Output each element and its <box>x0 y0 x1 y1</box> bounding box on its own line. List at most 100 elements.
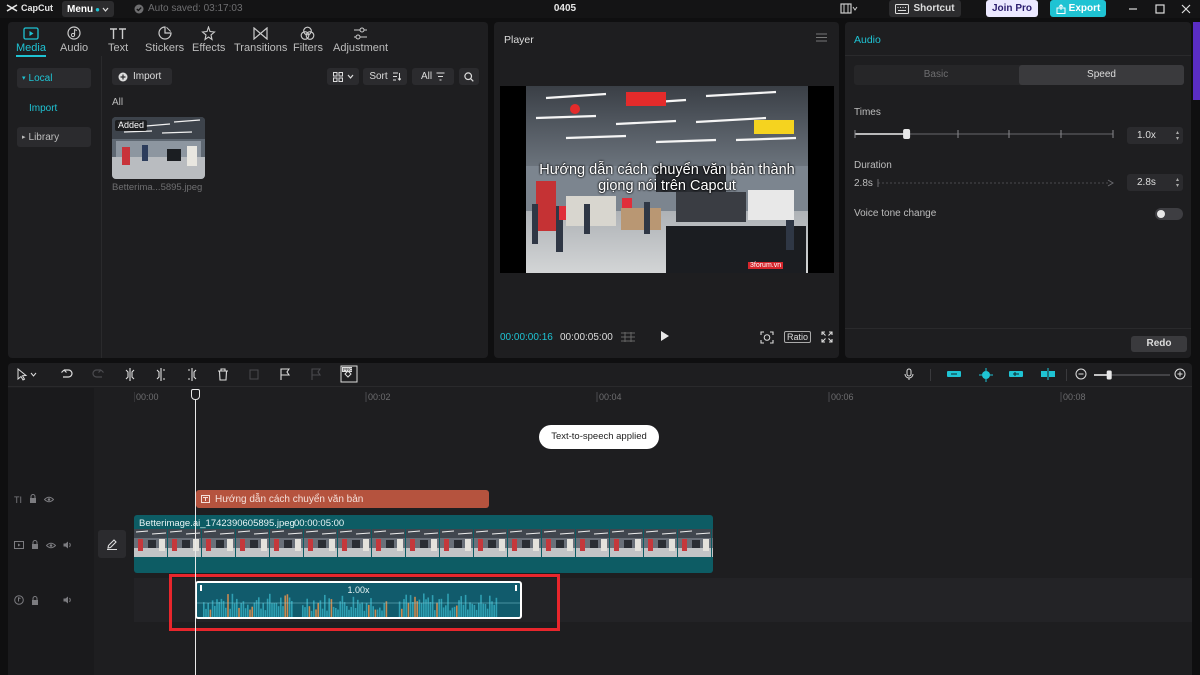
volume-icon[interactable] <box>63 596 73 606</box>
fullscreen-icon[interactable] <box>821 331 833 346</box>
join-pro-button[interactable]: Join Pro <box>986 0 1038 17</box>
ratio-button[interactable]: Ratio <box>784 331 812 343</box>
ruler-ticks <box>133 392 1062 402</box>
duration-start: 2.8s <box>854 178 873 189</box>
microphone-icon[interactable] <box>904 368 914 384</box>
media-panel: Media Audio Text Stickers Effects Transi… <box>8 22 488 358</box>
hamburger-icon[interactable] <box>816 33 827 45</box>
time-ruler[interactable] <box>133 388 1192 402</box>
tab-stickers-label: Stickers <box>145 42 185 54</box>
close-icon[interactable] <box>1179 2 1193 16</box>
pencil-icon <box>107 539 117 550</box>
duration-value-input[interactable]: 2.8s ▴ ▾ <box>1127 174 1183 191</box>
volume-icon[interactable] <box>63 541 73 551</box>
lock-icon[interactable] <box>31 540 39 551</box>
split-icon[interactable] <box>124 368 136 384</box>
tab-stickers[interactable]: Stickers <box>145 25 184 54</box>
minimize-icon[interactable] <box>1126 2 1140 16</box>
pro-feature-icon[interactable]: PRO <box>340 365 358 386</box>
sidebar-item-local-label: Local <box>28 72 53 84</box>
maximize-icon[interactable] <box>1153 2 1167 16</box>
layout-icon[interactable] <box>840 3 858 18</box>
playhead-line[interactable] <box>195 395 196 675</box>
tab-audio[interactable]: Audio <box>60 25 88 54</box>
text-clip[interactable]: Hướng dẫn cách chuyển văn bản <box>196 490 489 508</box>
video-watermark: 3forum.vn <box>748 262 784 269</box>
times-value-input[interactable]: 1.0x ▴ ▾ <box>1127 127 1183 144</box>
total-time: 00:00:05:00 <box>560 332 613 343</box>
flag-icon[interactable] <box>279 368 291 384</box>
tab-adjustment[interactable]: Adjustment <box>333 25 388 54</box>
eye-icon[interactable] <box>43 495 55 505</box>
view-mode-button[interactable] <box>327 68 359 85</box>
side-accent-bar <box>1193 22 1200 100</box>
export-label: Export <box>1068 3 1101 14</box>
zoom-slider-track <box>1094 370 1170 380</box>
svg-text:PRO: PRO <box>343 367 353 372</box>
voice-tone-toggle[interactable] <box>1155 208 1183 220</box>
sort-button[interactable]: Sort <box>363 68 407 85</box>
media-filename: Betterima...5895.jpeg <box>112 182 203 193</box>
tab-media[interactable]: Media <box>16 25 46 57</box>
zoom-in-icon[interactable] <box>1174 368 1186 383</box>
ruler-label: 00:06 <box>831 392 854 402</box>
auto-snap-icon[interactable] <box>978 368 994 385</box>
delete-icon[interactable] <box>217 368 229 384</box>
autosave-status: Auto saved: 03:17:03 <box>134 3 243 14</box>
preview-axis-icon[interactable] <box>1040 368 1056 383</box>
sidebar-item-library[interactable]: ▸ Library <box>17 127 91 147</box>
times-value: 1.0x <box>1137 130 1156 141</box>
filter-label: All <box>420 71 433 82</box>
speed-slider[interactable] <box>854 126 1114 142</box>
video-clip[interactable]: Betterimage.ai_1742390605895.jpeg 00:00:… <box>134 515 713 573</box>
playhead-handle[interactable] <box>191 389 200 400</box>
tab-audio-label: Audio <box>60 42 89 54</box>
tab-transitions[interactable]: Transitions <box>234 25 287 54</box>
autosave-text: Auto saved: 03:17:03 <box>148 3 243 14</box>
zoom-slider[interactable] <box>1092 369 1172 381</box>
timecode-grid-icon[interactable] <box>620 332 636 345</box>
ruler-label: 00:00 <box>136 392 159 402</box>
import-button[interactable]: Import <box>112 68 172 85</box>
audio-settings-panel: Audio Basic Speed Times 1.0x ▴ ▾ Duration… <box>845 22 1191 358</box>
sidebar-item-local[interactable]: ▾ Local <box>17 68 91 88</box>
track-header-column <box>8 388 94 675</box>
tab-transitions-label: Transitions <box>234 42 288 54</box>
eye-icon[interactable] <box>45 541 57 551</box>
play-button[interactable] <box>660 330 670 345</box>
zoom-out-icon[interactable] <box>1075 368 1087 383</box>
fit-screen-icon[interactable] <box>760 331 774 347</box>
lock-icon[interactable] <box>31 595 39 607</box>
effects-icon <box>201 25 217 41</box>
lock-icon[interactable] <box>29 494 37 505</box>
tab-effects-label: Effects <box>192 42 226 54</box>
magnet-snap-icon[interactable] <box>946 368 962 383</box>
video-preview[interactable]: Hướng dẫn cách chuyển văn bản thành giọn… <box>500 86 834 273</box>
select-tool-icon[interactable] <box>16 367 38 384</box>
redo-button[interactable]: Redo <box>1131 336 1187 352</box>
tab-effects[interactable]: Effects <box>192 25 225 54</box>
tab-adjustment-label: Adjustment <box>333 42 389 54</box>
menu-dot-icon: ● <box>95 4 100 14</box>
tab-filters[interactable]: Filters <box>293 25 323 54</box>
sort-label: Sort <box>369 71 388 82</box>
tab-basic[interactable]: Basic <box>854 65 1018 85</box>
video-caption: Hướng dẫn cách chuyển văn bản thành giọn… <box>539 162 795 194</box>
shortcut-button[interactable]: Shortcut <box>889 0 961 17</box>
edit-cover-button[interactable] <box>98 530 126 558</box>
menu-button[interactable]: Menu ● <box>62 1 114 17</box>
sidebar-item-import[interactable]: Import <box>17 98 91 118</box>
film-strip <box>134 529 713 557</box>
undo-icon[interactable] <box>60 368 73 384</box>
media-icon <box>23 25 39 41</box>
split-right-icon[interactable] <box>186 368 198 384</box>
duration-arrow <box>876 177 1116 189</box>
split-left-icon[interactable] <box>155 368 167 384</box>
search-button[interactable] <box>459 68 479 85</box>
export-button[interactable]: Export <box>1050 0 1106 17</box>
linkage-icon[interactable] <box>1008 368 1024 383</box>
logo-text: CapCut <box>21 3 53 13</box>
tab-speed[interactable]: Speed <box>1019 65 1184 85</box>
filter-button[interactable]: All <box>412 68 454 85</box>
tab-text[interactable]: Text <box>108 25 128 54</box>
